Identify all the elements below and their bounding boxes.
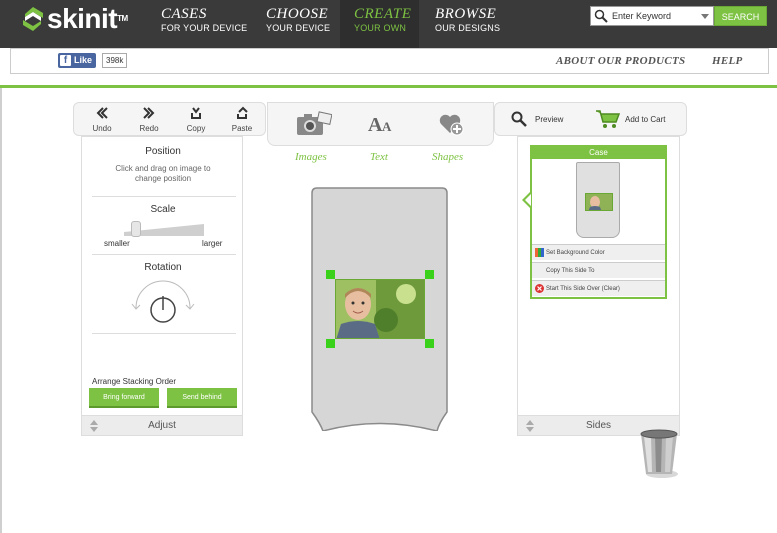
paste-icon (224, 106, 260, 124)
green-divider (0, 85, 777, 88)
scale-min-label: smaller (104, 239, 130, 248)
copy-icon (178, 106, 214, 124)
sides-footer-label: Sides (585, 420, 611, 431)
divider (92, 254, 236, 255)
svg-text:A: A (368, 114, 383, 135)
add-to-cart-label: Add to Cart (625, 114, 666, 124)
start-over-option[interactable]: Start This Side Over (Clear) (532, 280, 665, 296)
nav-create[interactable]: CREATE YOUR OWN (340, 0, 419, 48)
case-thumbnail-photo (585, 193, 613, 211)
adjust-footer-label: Adjust (148, 420, 176, 431)
scale-title: Scale (150, 204, 176, 215)
tab-images[interactable]: Images (295, 151, 327, 163)
uploaded-photo[interactable] (335, 279, 425, 339)
case-side-header: Case (532, 147, 665, 159)
collapse-arrows-icon (90, 420, 98, 432)
resize-handle-top-left[interactable] (326, 270, 335, 279)
help-link[interactable]: HELP (712, 55, 743, 67)
edit-toolbar: Undo Redo Copy Paste (73, 102, 266, 136)
images-icon[interactable] (296, 111, 332, 137)
preview-button[interactable]: Preview (511, 111, 563, 127)
paste-label: Paste (231, 124, 253, 133)
search-input[interactable]: Enter Keyword (590, 6, 714, 26)
scale-max-label: larger (202, 239, 223, 248)
color-palette-icon (535, 248, 544, 257)
nav-browse-subtitle: OUR DESIGNS (435, 23, 501, 33)
paste-button[interactable]: Paste (224, 106, 260, 133)
rotation-dial[interactable] (128, 278, 198, 328)
undo-button[interactable]: Undo (84, 106, 120, 133)
nav-choose-title: CHOOSE (266, 6, 329, 22)
nav-choose[interactable]: CHOOSE YOUR DEVICE (260, 6, 336, 48)
nav-create-title: CREATE (354, 6, 412, 22)
preview-icon (511, 111, 527, 127)
resize-handle-bottom-left[interactable] (326, 339, 335, 348)
resize-handle-top-right[interactable] (425, 270, 434, 279)
about-products-link[interactable]: ABOUT OUR PRODUCTS (556, 55, 685, 67)
stacking-label: Arrange Stacking Order (92, 377, 177, 386)
start-over-label: Start This Side Over (Clear) (546, 286, 620, 292)
text-icon[interactable]: A A (368, 113, 396, 135)
redo-label: Redo (139, 124, 159, 133)
add-to-cart-button[interactable]: Add to Cart (595, 109, 665, 129)
copy-label: Copy (186, 124, 206, 133)
adjust-panel: Position Click and drag on image to chan… (81, 136, 243, 436)
svg-text:A: A (382, 119, 392, 134)
case-side-card[interactable]: Case Set Background Color Copy This Side… (530, 145, 667, 299)
logo-text: skinitTM (47, 3, 128, 34)
cart-icon (596, 110, 621, 128)
resize-handle-bottom-right[interactable] (425, 339, 434, 348)
preview-cart-toolbar: Preview Add to Cart (494, 102, 687, 136)
bring-forward-button[interactable]: Bring forward (89, 388, 159, 408)
tab-shapes[interactable]: Shapes (432, 151, 463, 163)
nav-choose-subtitle: YOUR DEVICE (266, 23, 331, 33)
chevron-down-icon[interactable] (701, 13, 709, 19)
shapes-icon[interactable] (438, 112, 464, 136)
facebook-icon: f (60, 55, 71, 66)
clear-icon (535, 284, 544, 293)
copy-button[interactable]: Copy (178, 106, 214, 133)
design-tabs: A A (267, 102, 494, 146)
undo-icon (84, 106, 120, 124)
trash-icon[interactable] (638, 428, 680, 480)
rotation-title: Rotation (144, 262, 182, 273)
copy-side-option[interactable]: Copy This Side To (532, 262, 665, 278)
case-thumbnail[interactable] (576, 162, 620, 238)
position-title: Position (145, 146, 181, 157)
page-left-border (0, 88, 2, 533)
search-placeholder: Enter Keyword (612, 11, 672, 21)
send-behind-button[interactable]: Send behind (167, 388, 237, 408)
nav-browse-title: BROWSE (435, 6, 497, 22)
nav-create-subtitle: YOUR OWN (354, 23, 407, 33)
search-button[interactable]: SEARCH (714, 6, 767, 26)
divider (92, 333, 236, 334)
nav-cases-subtitle: FOR YOUR DEVICE (161, 23, 248, 33)
nav-browse[interactable]: BROWSE OUR DESIGNS (429, 6, 506, 48)
adjust-panel-footer[interactable]: Adjust (82, 415, 242, 435)
child-portrait-photo (336, 280, 424, 338)
skinit-logo-icon (23, 7, 43, 31)
panel-pointer-inner (525, 194, 531, 206)
top-nav-bar: skinitTM CASES FOR YOUR DEVICE CHOOSE YO… (0, 0, 777, 48)
facebook-like-label: Like (74, 55, 93, 65)
preview-label: Preview (535, 114, 564, 124)
scale-slider-thumb[interactable] (131, 221, 141, 237)
nav-cases-title: CASES (161, 6, 207, 22)
redo-button[interactable]: Redo (131, 106, 167, 133)
skinit-logo[interactable]: skinitTM (22, 5, 128, 33)
position-hint: Click and drag on image to change positi… (115, 164, 211, 183)
undo-label: Undo (92, 124, 112, 133)
redo-icon (131, 106, 167, 124)
search-icon (594, 9, 608, 23)
facebook-like-button[interactable]: f Like (58, 53, 97, 68)
set-background-color-option[interactable]: Set Background Color (532, 244, 665, 260)
tab-text[interactable]: Text (370, 151, 388, 163)
like-count: 398k (102, 53, 128, 68)
collapse-arrows-icon (526, 420, 534, 432)
nav-cases[interactable]: CASES FOR YOUR DEVICE (155, 6, 253, 48)
divider (92, 196, 236, 197)
copy-side-label: Copy This Side To (546, 268, 595, 274)
set-background-color-label: Set Background Color (546, 250, 605, 256)
